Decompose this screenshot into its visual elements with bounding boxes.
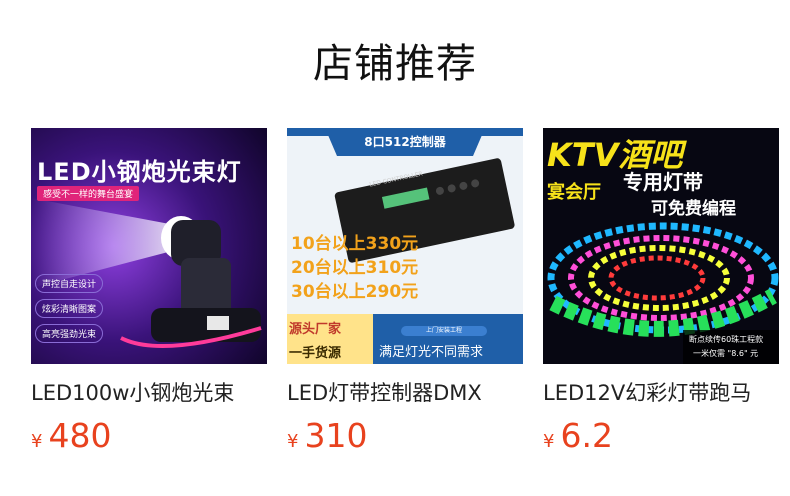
product-price: ¥6.2 bbox=[543, 416, 779, 456]
source-badge-bottom: 一手货源 bbox=[289, 346, 342, 361]
price-tier: 10台以上330元 bbox=[291, 234, 419, 254]
feature-item: 炫彩清晰图案 bbox=[35, 299, 104, 318]
product-card[interactable]: LED小钢炮光束灯 感受不一样的舞台盛宴 声控自走设计 炫彩清晰图案 高亮强劲光… bbox=[31, 128, 267, 456]
product-image[interactable]: 8口512控制器 LED CONTROLLER 10台以上330元 20台以上3… bbox=[287, 128, 523, 364]
image-headline: LED小钢炮光束灯 bbox=[37, 158, 242, 186]
image-note: 断点续传60珠工程款 bbox=[689, 335, 764, 344]
price-value: 310 bbox=[304, 416, 368, 455]
section-title: 店铺推荐 bbox=[313, 41, 477, 87]
service-tag: 上门安装工程 bbox=[425, 327, 462, 334]
product-card[interactable]: KTV酒吧 宴会厅 专用灯带 可免费编程 断点续传60珠工程款 一米仅需 "8.… bbox=[543, 128, 779, 456]
feature-item: 高亮强劲光束 bbox=[35, 324, 104, 343]
product-name[interactable]: LED灯带控制器DMX bbox=[287, 378, 523, 408]
image-banner: 8口512控制器 bbox=[364, 135, 446, 149]
price-value: 480 bbox=[48, 416, 112, 455]
product-price: ¥480 bbox=[31, 416, 267, 456]
image-subtitle-usage: 专用灯带 bbox=[623, 170, 703, 194]
currency-symbol: ¥ bbox=[287, 431, 299, 452]
product-name[interactable]: LED12V幻彩灯带跑马 bbox=[543, 378, 779, 408]
source-badge-top: 源头厂家 bbox=[289, 322, 342, 337]
product-card[interactable]: 8口512控制器 LED CONTROLLER 10台以上330元 20台以上3… bbox=[287, 128, 523, 456]
price-value: 6.2 bbox=[560, 416, 613, 455]
product-image[interactable]: KTV酒吧 宴会厅 专用灯带 可免费编程 断点续传60珠工程款 一米仅需 "8.… bbox=[543, 128, 779, 364]
feature-list: 声控自走设计 炫彩清晰图案 高亮强劲光束 bbox=[35, 274, 104, 343]
image-subtitle-program: 可免费编程 bbox=[651, 199, 736, 219]
image-note: 一米仅需 "8.6" 元 bbox=[693, 349, 759, 358]
feature-item: 声控自走设计 bbox=[35, 274, 104, 293]
image-slogan: 满足灯光不同需求 bbox=[379, 345, 484, 360]
price-tier: 30台以上290元 bbox=[291, 282, 419, 302]
image-subtitle-venue: 宴会厅 bbox=[547, 182, 601, 203]
currency-symbol: ¥ bbox=[543, 431, 555, 452]
product-price: ¥310 bbox=[287, 416, 523, 456]
product-name[interactable]: LED100w小钢炮光束 bbox=[31, 378, 267, 408]
price-tiers: 10台以上330元 20台以上310元 30台以上290元 bbox=[291, 232, 418, 304]
product-image[interactable]: LED小钢炮光束灯 感受不一样的舞台盛宴 声控自走设计 炫彩清晰图案 高亮强劲光… bbox=[31, 128, 267, 364]
image-tagline: 感受不一样的舞台盛宴 bbox=[37, 186, 140, 201]
price-tier: 20台以上310元 bbox=[291, 258, 419, 278]
currency-symbol: ¥ bbox=[31, 431, 43, 452]
